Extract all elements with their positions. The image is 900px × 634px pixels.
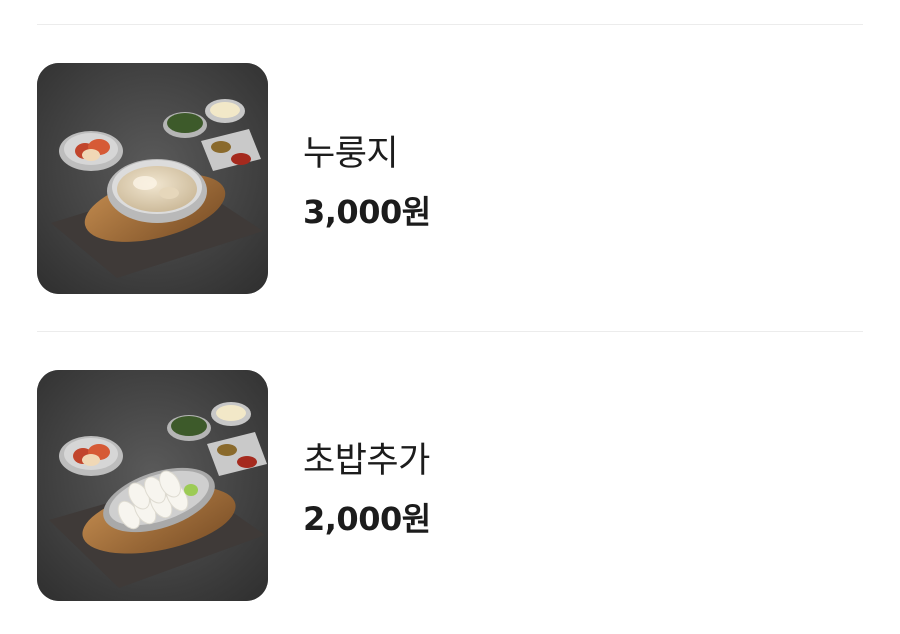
item-divider — [37, 331, 863, 332]
menu-item[interactable]: 누룽지 3,000원 — [37, 63, 863, 294]
nurungji-photo-icon — [37, 63, 268, 294]
menu-item-name: 초밥추가 — [303, 441, 430, 481]
top-divider — [37, 24, 863, 25]
menu-item[interactable]: 초밥추가 2,000원 — [37, 370, 863, 601]
menu-item-price: 2,000원 — [303, 500, 431, 538]
menu-item-name: 누룽지 — [303, 134, 399, 174]
sushi-rice-photo-icon — [37, 370, 268, 601]
menu-item-price: 3,000원 — [303, 193, 431, 231]
